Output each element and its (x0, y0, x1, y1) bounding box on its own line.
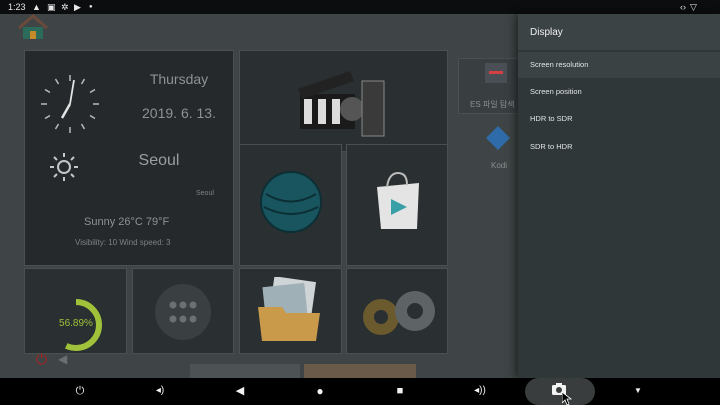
menu-item-sdr-to-hdr[interactable]: SDR to HDR (518, 134, 720, 160)
status-time: 1:23 (8, 2, 26, 12)
dropdown-icon[interactable]: ▼ (630, 383, 646, 399)
power-icon[interactable]: ⏻ (72, 383, 88, 399)
dot-icon: ● (89, 4, 93, 10)
menu-item-screen-resolution[interactable]: Screen resolution (518, 52, 720, 78)
drawer-header: Display (518, 14, 720, 50)
wifi-icon: ▽ (690, 2, 697, 12)
display-settings-drawer: Display Screen resolution Screen positio… (518, 14, 720, 378)
alert-icon: ▲ (32, 2, 41, 12)
drawer-title: Display (530, 27, 563, 38)
volume-up-icon[interactable]: ◂)) (472, 383, 488, 399)
menu-item-hdr-to-sdr[interactable]: HDR to SDR (518, 106, 720, 132)
play-icon: ▶ (74, 2, 81, 12)
navigation-bar (0, 378, 720, 405)
back-icon[interactable]: ◀ (232, 383, 248, 399)
recents-icon[interactable]: ■ (392, 383, 408, 399)
mouse-cursor-icon (562, 392, 572, 405)
home-icon[interactable]: ● (312, 383, 328, 399)
a-icon: ▣ (47, 2, 56, 12)
menu-item-screen-position[interactable]: Screen position (518, 79, 720, 105)
connection-icon: ‹› (680, 2, 686, 12)
status-bar: 1:23 ▲ ▣ ✲ ▶ ● ‹› ▽ (0, 0, 720, 14)
volume-down-icon[interactable]: ◂) (152, 383, 168, 399)
settings-icon: ✲ (61, 2, 69, 12)
